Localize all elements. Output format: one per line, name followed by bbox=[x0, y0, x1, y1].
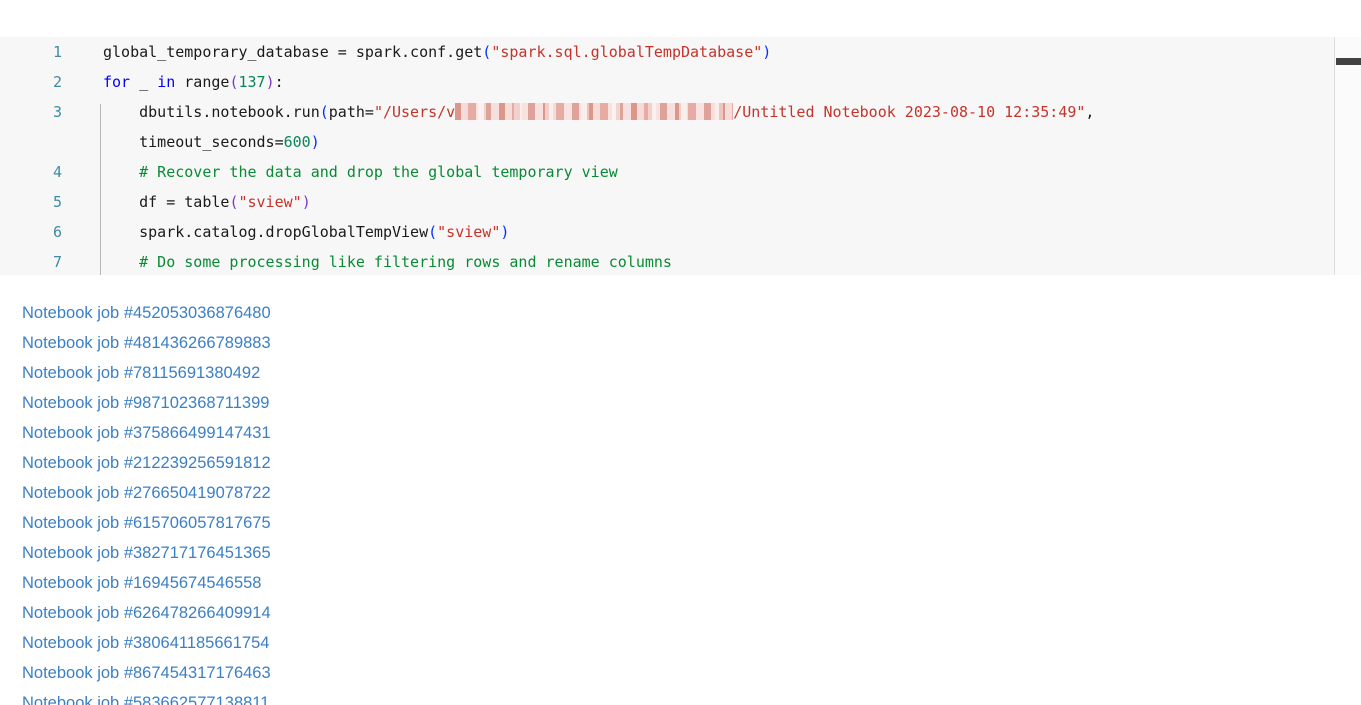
notebook-job-link[interactable]: Notebook job #615706057817675 bbox=[0, 508, 1361, 538]
line-number: 6 bbox=[52, 223, 62, 241]
code-token-plain: spark.catalog.dropGlobalTempView bbox=[139, 223, 429, 241]
code-token-string: "sview" bbox=[437, 223, 501, 241]
redacted-path-segment bbox=[455, 103, 734, 120]
code-line-text: df = table("sview") bbox=[103, 187, 311, 217]
notebook-job-link[interactable]: Notebook job #78115691380492 bbox=[0, 358, 1361, 388]
code-token-bracket2: ) bbox=[301, 193, 311, 211]
code-line-text: for _ in range(137): bbox=[103, 67, 284, 97]
code-token-plain: global_temporary_database = spark.conf.g… bbox=[103, 43, 483, 61]
line-number: 7 bbox=[52, 253, 62, 271]
notebook-job-link[interactable]: Notebook job #276650419078722 bbox=[0, 478, 1361, 508]
code-token-number: 600 bbox=[283, 133, 311, 151]
line-number: 1 bbox=[52, 43, 62, 61]
code-lines: 1 global_temporary_database = spark.conf.… bbox=[0, 37, 1361, 275]
code-token-plain: : bbox=[274, 73, 284, 91]
code-editor-block[interactable]: 1 global_temporary_database = spark.conf.… bbox=[0, 37, 1361, 275]
notebook-job-link[interactable]: Notebook job #583662577138811 bbox=[0, 688, 1361, 705]
notebook-job-output-list: Notebook job #452053036876480 Notebook jo… bbox=[0, 298, 1361, 705]
code-line-text: # Recover the data and drop the global t… bbox=[103, 157, 618, 187]
code-line[interactable]: 3 dbutils.notebook.run(path="/Users/v/Un… bbox=[0, 97, 1361, 127]
code-token-string: "sview" bbox=[238, 193, 302, 211]
notebook-job-link[interactable]: Notebook job #212239256591812 bbox=[0, 448, 1361, 478]
code-token-number: 137 bbox=[238, 73, 266, 91]
code-line[interactable]: 6 spark.catalog.dropGlobalTempView("svie… bbox=[0, 217, 1361, 247]
code-line-text: spark.catalog.dropGlobalTempView("sview"… bbox=[103, 217, 509, 247]
notebook-job-link[interactable]: Notebook job #16945674546558 bbox=[0, 568, 1361, 598]
notebook-job-link[interactable]: Notebook job #867454317176463 bbox=[0, 658, 1361, 688]
notebook-job-link[interactable]: Notebook job #987102368711399 bbox=[0, 388, 1361, 418]
line-number: 2 bbox=[52, 73, 62, 91]
vertical-scrollbar-thumb[interactable] bbox=[1336, 58, 1361, 65]
code-token-string: "/Users/v bbox=[373, 103, 456, 121]
code-line[interactable]: timeout_seconds=600) bbox=[0, 127, 1361, 157]
code-line[interactable]: 5 df = table("sview") bbox=[0, 187, 1361, 217]
code-line[interactable]: 4 # Recover the data and drop the global… bbox=[0, 157, 1361, 187]
notebook-job-link[interactable]: Notebook job #626478266409914 bbox=[0, 598, 1361, 628]
code-token-comment: # Recover the data and drop the global t… bbox=[139, 163, 618, 181]
code-token-string: /Untitled Notebook 2023-08-10 12:35:49" bbox=[733, 103, 1086, 121]
code-token-keyword: for bbox=[103, 73, 131, 91]
notebook-job-link[interactable]: Notebook job #382717176451365 bbox=[0, 538, 1361, 568]
notebook-job-link[interactable]: Notebook job #380641185661754 bbox=[0, 628, 1361, 658]
code-token-bracket: ) bbox=[762, 43, 772, 61]
code-token-keyword: in bbox=[157, 73, 176, 91]
code-line-text: global_temporary_database = spark.conf.g… bbox=[103, 37, 771, 67]
code-token-plain: path= bbox=[328, 103, 374, 121]
line-number: 4 bbox=[52, 163, 62, 181]
notebook-job-link[interactable]: Notebook job #481436266789883 bbox=[0, 328, 1361, 358]
code-token-comment: # Do some processing like filtering rows… bbox=[139, 253, 672, 271]
code-token-bracket2: ) bbox=[265, 73, 275, 91]
code-token-plain: df = table bbox=[139, 193, 230, 211]
notebook-job-link[interactable]: Notebook job #375866499147431 bbox=[0, 418, 1361, 448]
code-line[interactable]: 7 # Do some processing like filtering ro… bbox=[0, 247, 1361, 275]
code-line[interactable]: 2 for _ in range(137): bbox=[0, 67, 1361, 97]
code-token-bracket: ) bbox=[500, 223, 510, 241]
code-line-text: # Do some processing like filtering rows… bbox=[103, 247, 672, 275]
notebook-job-link[interactable]: Notebook job #452053036876480 bbox=[0, 298, 1361, 328]
code-token-bracket: ( bbox=[428, 223, 438, 241]
code-line[interactable]: 1 global_temporary_database = spark.conf.… bbox=[0, 37, 1361, 67]
code-token-bracket: ) bbox=[310, 133, 320, 151]
code-line-text: timeout_seconds=600) bbox=[103, 127, 320, 157]
code-token-plain: range bbox=[175, 73, 230, 91]
code-token-plain: timeout_seconds= bbox=[139, 133, 284, 151]
code-token-plain: dbutils.notebook.run bbox=[139, 103, 320, 121]
code-token-string: "spark.sql.globalTempDatabase" bbox=[491, 43, 763, 61]
line-number: 5 bbox=[52, 193, 62, 211]
code-token-bracket: ( bbox=[319, 103, 329, 121]
line-number: 3 bbox=[52, 103, 62, 121]
code-token-plain: _ bbox=[130, 73, 158, 91]
editor-minimap-pane bbox=[1335, 37, 1361, 275]
code-token-bracket: ( bbox=[482, 43, 492, 61]
code-token-plain: , bbox=[1085, 103, 1095, 121]
code-line-text: dbutils.notebook.run(path="/Users/v/Unti… bbox=[103, 97, 1094, 127]
